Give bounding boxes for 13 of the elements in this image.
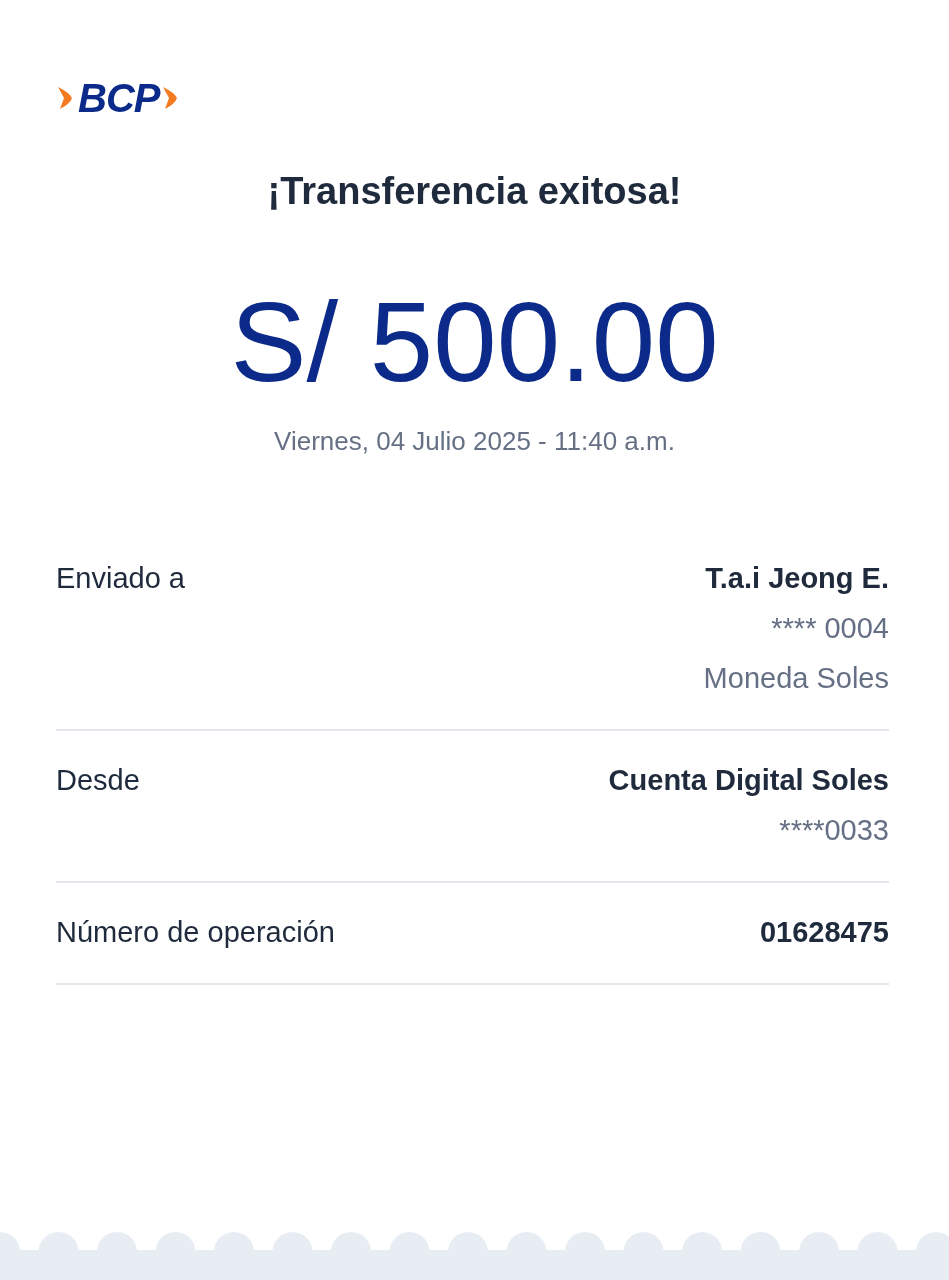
- detail-label: Enviado a: [56, 561, 185, 597]
- detail-value: Moneda Soles: [703, 661, 889, 697]
- logo: BCP: [78, 75, 160, 121]
- detail-value: T.a.i Jeong E.: [705, 561, 889, 597]
- detail-value: ****0033: [779, 813, 889, 849]
- detail-label: Número de operación: [56, 915, 335, 951]
- success-title: ¡Transferencia exitosa!: [266, 170, 683, 213]
- date-time: Viernes, 04 Julio 2025 - 11:40 a.m.: [273, 426, 676, 458]
- detail-value: 01628475: [759, 915, 889, 951]
- detail-value: Cuenta Digital Soles: [608, 763, 889, 799]
- detail-label: Desde: [56, 763, 140, 799]
- detail-value: **** 0004: [771, 611, 889, 647]
- amount: S/ 500.00: [229, 279, 720, 405]
